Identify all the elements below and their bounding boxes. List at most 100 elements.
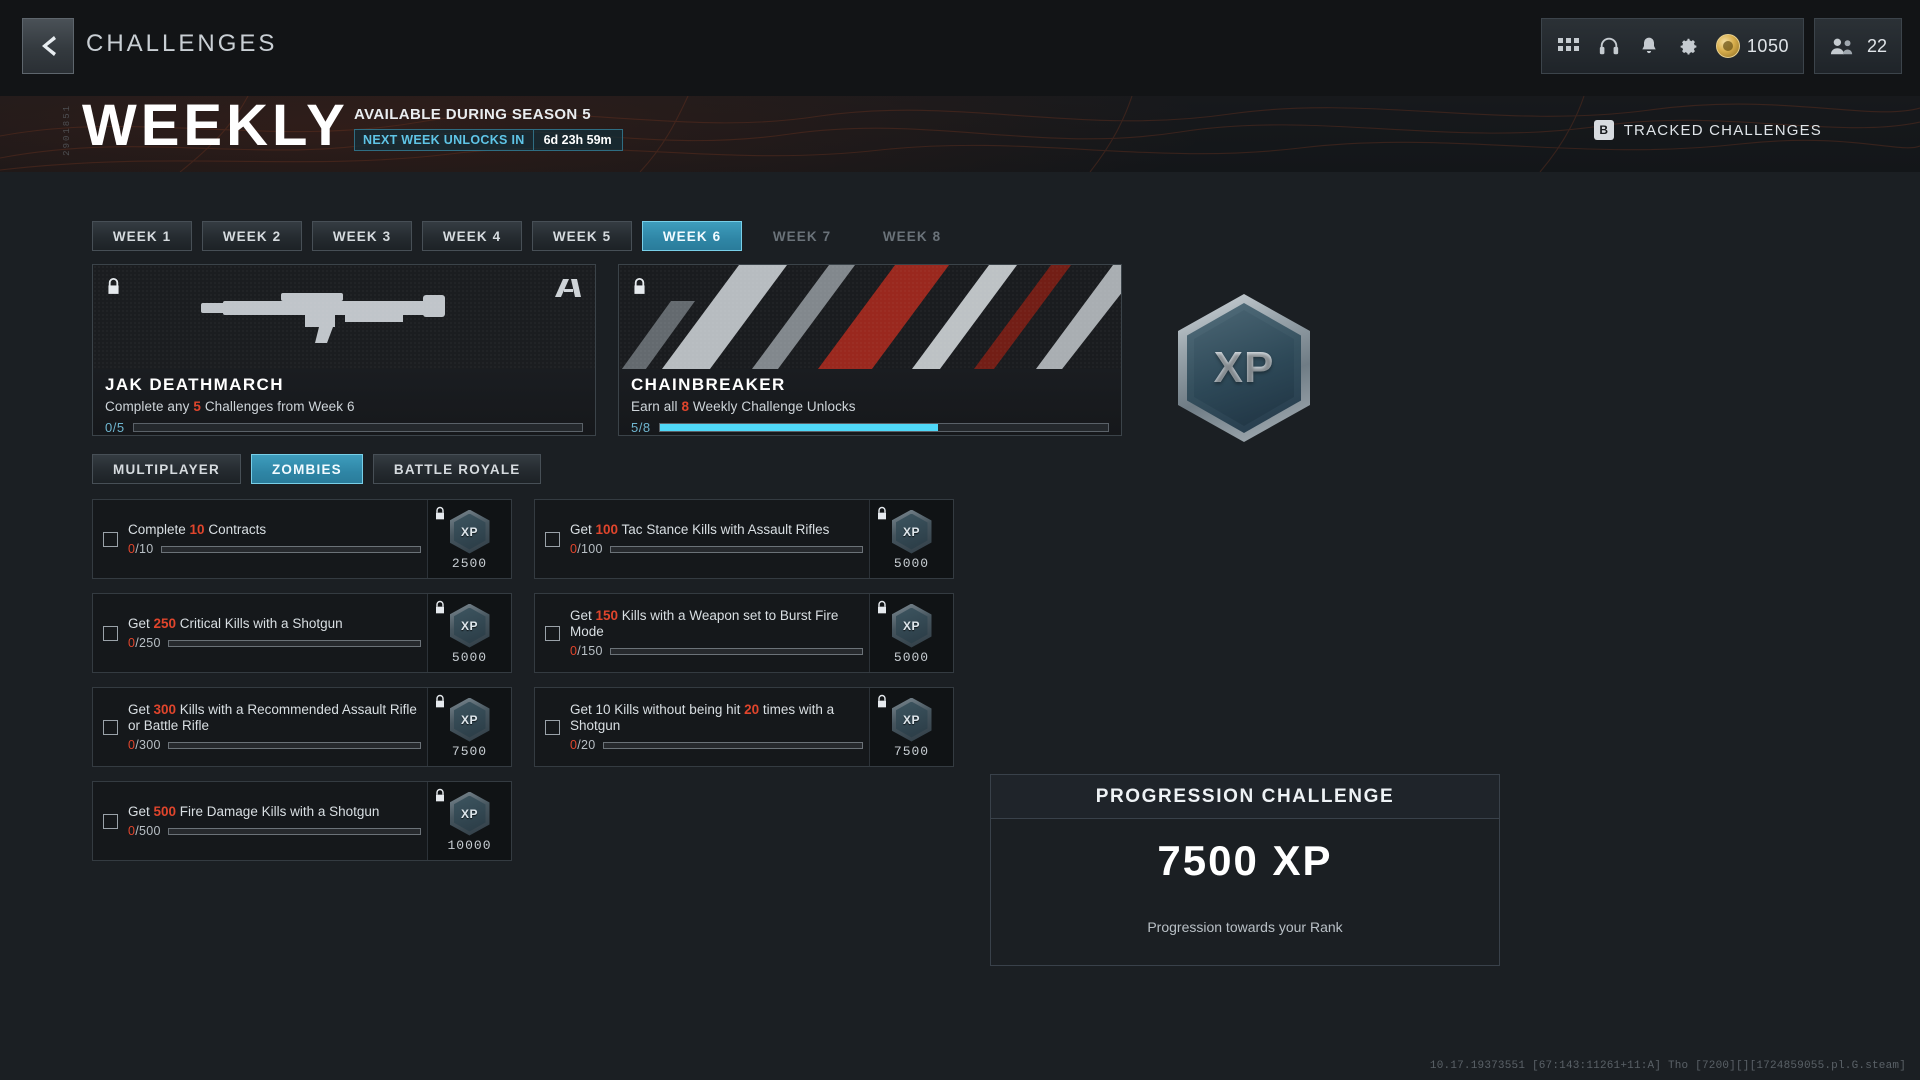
challenge-desc-number: 20 xyxy=(744,702,760,717)
currency-display[interactable]: 1050 xyxy=(1715,34,1789,58)
challenge-track-checkbox[interactable] xyxy=(545,625,560,641)
challenge-description: Complete 10 Contracts xyxy=(128,522,421,538)
challenge-reward: XP 7500 xyxy=(427,688,511,766)
challenge-track-checkbox[interactable] xyxy=(103,625,118,641)
challenge-card[interactable]: Get 500 Fire Damage Kills with a Shotgun… xyxy=(92,781,512,861)
bell-icon[interactable] xyxy=(1636,33,1662,59)
challenge-xp-amount: 5000 xyxy=(451,649,488,665)
challenge-reward: XP 5000 xyxy=(869,500,953,578)
mode-tab-zombies[interactable]: ZOMBIES xyxy=(250,454,363,484)
friends-group[interactable]: 22 xyxy=(1813,18,1902,74)
challenge-main: Complete 10 Contracts 0/10 xyxy=(93,500,427,578)
gear-icon[interactable] xyxy=(1676,33,1702,59)
reward-card-2[interactable]: CHAINBREAKER Earn all 8 Weekly Challenge … xyxy=(618,264,1122,436)
reward-name: JAK DEATHMARCH xyxy=(105,375,284,394)
challenge-description: Get 150 Kills with a Weapon set to Burst… xyxy=(570,608,863,640)
xp-badge-small: XP xyxy=(449,603,490,648)
week-tab-6[interactable]: WEEK 6 xyxy=(642,221,742,251)
challenge-text: Complete 10 Contracts 0/10 xyxy=(128,522,421,556)
challenge-track-checkbox[interactable] xyxy=(103,719,118,735)
challenge-desc-post: Contracts xyxy=(204,522,267,537)
challenge-card[interactable]: Get 150 Kills with a Weapon set to Burst… xyxy=(534,593,954,673)
challenge-card[interactable]: Get 10 Kills without being hit 20 times … xyxy=(534,687,954,767)
challenge-progress-bar xyxy=(167,741,421,749)
friends-icon[interactable] xyxy=(1829,33,1855,59)
hero-title: WEEKLY xyxy=(82,96,349,158)
week-tab-5[interactable]: WEEK 5 xyxy=(532,221,632,251)
challenge-progress-bar xyxy=(609,647,863,655)
challenge-desc-number: 500 xyxy=(153,804,177,819)
xp-badge-label-small: XP xyxy=(902,618,920,633)
challenge-desc-number: 250 xyxy=(153,616,177,631)
reward-art xyxy=(93,265,595,373)
challenge-progress: 0/250 xyxy=(128,636,421,650)
challenge-track-checkbox[interactable] xyxy=(545,531,560,547)
page-title: CHALLENGES xyxy=(86,30,278,57)
challenge-desc-number: 10 xyxy=(189,522,205,537)
challenge-progress-total: /20 xyxy=(577,738,596,752)
challenge-track-checkbox[interactable] xyxy=(103,813,118,829)
grid-apps-icon[interactable] xyxy=(1556,33,1582,59)
challenge-card[interactable]: Get 100 Tac Stance Kills with Assault Ri… xyxy=(534,499,954,579)
challenge-text: Get 250 Critical Kills with a Shotgun 0/2… xyxy=(128,616,421,650)
reward-progress: 0/5 xyxy=(105,420,583,435)
challenge-progress-text: 0/300 xyxy=(128,738,161,752)
friends-count: 22 xyxy=(1866,35,1887,56)
xp-badge-label-small: XP xyxy=(460,806,478,821)
challenge-xp-amount: 10000 xyxy=(447,837,492,853)
challenge-progress: 0/150 xyxy=(570,644,863,658)
challenge-card[interactable]: Get 250 Critical Kills with a Shotgun 0/2… xyxy=(92,593,512,673)
week-tab-4[interactable]: WEEK 4 xyxy=(422,221,522,251)
header-right-cluster: 1050 22 xyxy=(1540,18,1902,74)
challenge-description: Get 250 Critical Kills with a Shotgun xyxy=(128,616,421,632)
xp-badge-small: XP xyxy=(891,509,932,554)
challenge-progress: 0/100 xyxy=(570,542,863,556)
reward-art xyxy=(619,265,1121,373)
reward-card-1[interactable]: JAK DEATHMARCH Complete any 5 Challenges … xyxy=(92,264,596,436)
reward-description: Earn all 8 Weekly Challenge Unlocks xyxy=(631,399,1109,414)
challenge-desc-post: Fire Damage Kills with a Shotgun xyxy=(176,804,380,819)
challenge-description: Get 500 Fire Damage Kills with a Shotgun xyxy=(128,804,421,820)
progression-challenge-panel: PROGRESSION CHALLENGE 7500 XP Progressio… xyxy=(990,774,1500,966)
challenge-progress-total: /10 xyxy=(135,542,154,556)
challenge-xp-amount: 2500 xyxy=(451,555,488,571)
tracked-challenges-button[interactable]: B TRACKED CHALLENGES xyxy=(1593,120,1822,140)
challenge-xp-amount: 7500 xyxy=(451,743,488,759)
xp-badge-label: XP xyxy=(1178,294,1310,442)
reward-lock-icon xyxy=(106,277,121,301)
mode-tab-multiplayer[interactable]: MULTIPLAYER xyxy=(92,454,241,484)
reward-lock-icon xyxy=(632,277,647,301)
challenge-xp-amount: 7500 xyxy=(893,743,930,759)
build-stamp: 10.17.19373551 [67:143:11261+11:A] Tho [… xyxy=(1429,1060,1906,1072)
challenge-desc-pre: Get xyxy=(570,608,596,623)
challenge-progress: 0/20 xyxy=(570,738,863,752)
challenge-progress-text: 0/250 xyxy=(128,636,161,650)
challenge-text: Get 300 Kills with a Recommended Assault… xyxy=(128,702,421,752)
challenge-progress-bar xyxy=(160,545,421,553)
challenge-main: Get 300 Kills with a Recommended Assault… xyxy=(93,688,427,766)
back-button[interactable] xyxy=(22,18,74,74)
challenge-track-checkbox[interactable] xyxy=(103,531,118,547)
challenge-card[interactable]: Get 300 Kills with a Recommended Assault… xyxy=(92,687,512,767)
mode-tab-battle-royale[interactable]: BATTLE ROYALE xyxy=(372,454,542,484)
challenge-progress-text: 0/500 xyxy=(128,824,161,838)
challenge-progress-total: /150 xyxy=(577,644,603,658)
next-week-timer-badge: NEXT WEEK UNLOCKS IN 6d 23h 59m xyxy=(354,129,623,151)
challenge-card[interactable]: Complete 10 Contracts 0/10 XP 2500 xyxy=(92,499,512,579)
challenge-progress-bar xyxy=(167,827,421,835)
top-header-bar: CHALLENGES 1050 22 xyxy=(0,0,1920,96)
lock-icon xyxy=(436,600,444,614)
challenge-desc-pre: Get xyxy=(128,804,154,819)
reward-description: Complete any 5 Challenges from Week 6 xyxy=(105,399,583,414)
week-tab-2[interactable]: WEEK 2 xyxy=(202,221,302,251)
challenge-track-checkbox[interactable] xyxy=(545,719,560,735)
headset-icon[interactable] xyxy=(1596,33,1622,59)
timer-label: NEXT WEEK UNLOCKS IN xyxy=(363,133,525,147)
week-tab-1[interactable]: WEEK 1 xyxy=(92,221,192,251)
reward-progress-bar xyxy=(658,423,1109,432)
challenge-progress: 0/300 xyxy=(128,738,421,752)
challenge-text: Get 150 Kills with a Weapon set to Burst… xyxy=(570,608,863,658)
week-tab-3[interactable]: WEEK 3 xyxy=(312,221,412,251)
weekly-reward-cards: JAK DEATHMARCH Complete any 5 Challenges … xyxy=(92,264,1122,436)
lock-icon xyxy=(634,278,645,294)
